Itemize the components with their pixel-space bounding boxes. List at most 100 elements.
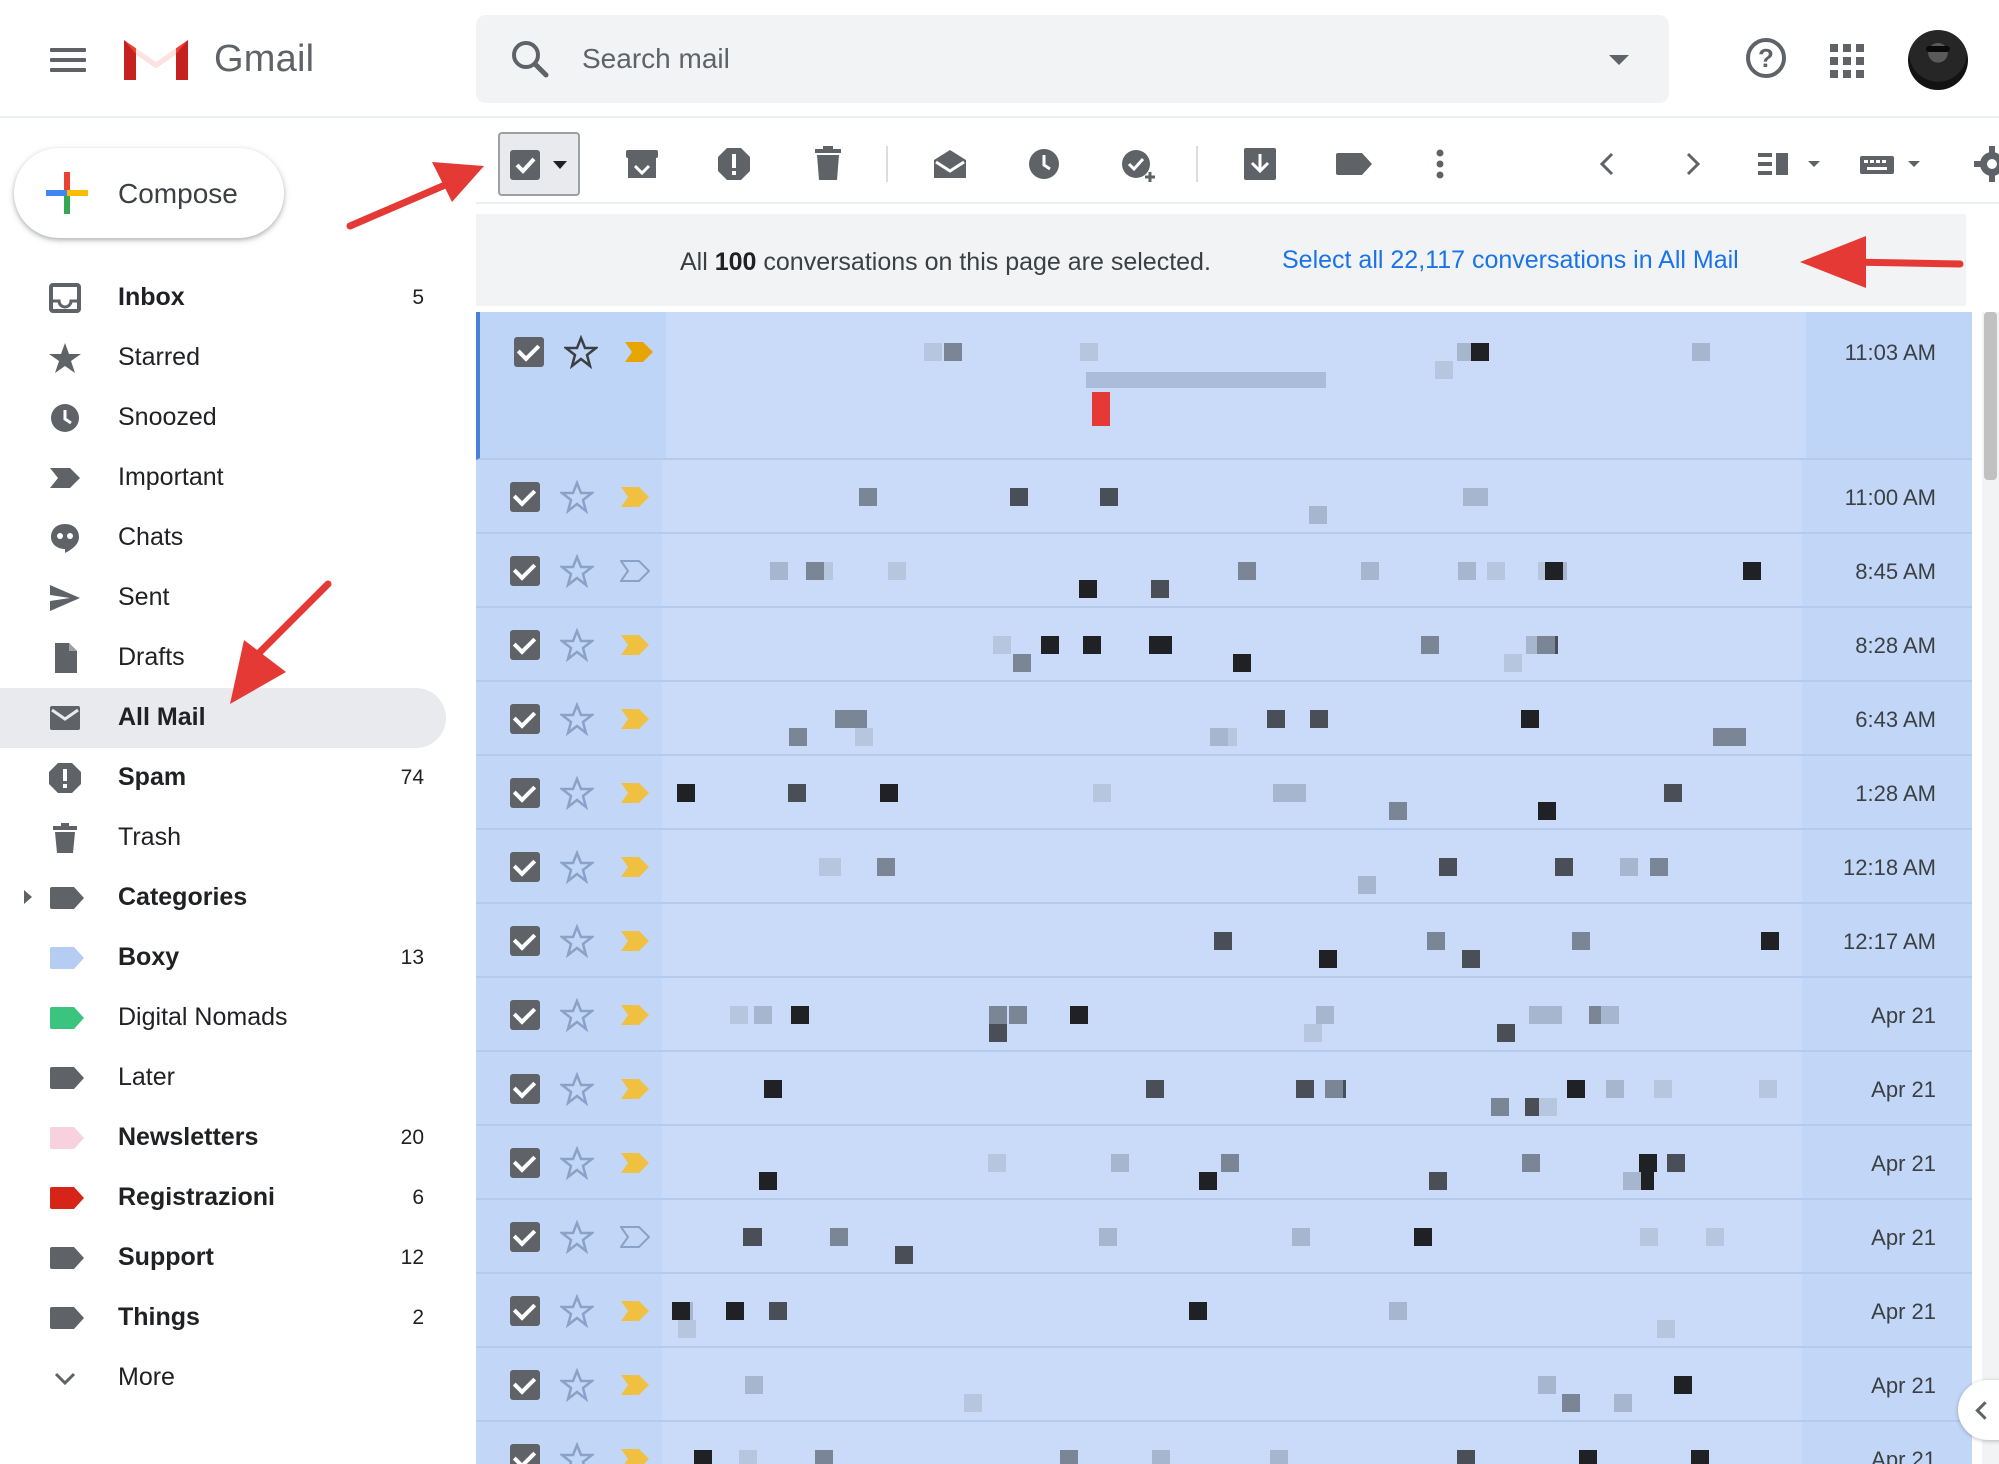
older-chevron-right-icon[interactable] (1664, 136, 1720, 192)
help-icon[interactable]: ? (1746, 38, 1786, 78)
scrollbar-thumb[interactable] (1984, 312, 1997, 480)
message-row[interactable]: Apr 21 (476, 978, 1972, 1052)
star-outline-icon[interactable] (560, 1442, 594, 1464)
sidebar-item-registrazioni[interactable]: Registrazioni 6 (0, 1168, 446, 1228)
app-title[interactable]: Gmail (214, 38, 314, 81)
row-checkbox-checked-icon[interactable] (510, 1148, 540, 1178)
search-input[interactable]: Search mail (582, 43, 730, 75)
not-important-marker-icon[interactable] (620, 560, 650, 582)
message-row[interactable]: 8:28 AM (476, 608, 1972, 682)
star-outline-icon[interactable] (560, 480, 594, 514)
row-checkbox-checked-icon[interactable] (510, 852, 540, 882)
main-menu-icon[interactable] (40, 36, 92, 84)
message-content-redacted[interactable] (662, 1200, 1802, 1272)
message-row[interactable]: Apr 21 (476, 1126, 1972, 1200)
message-content-redacted[interactable] (666, 312, 1806, 458)
row-checkbox-checked-icon[interactable] (510, 1222, 540, 1252)
message-content-redacted[interactable] (662, 904, 1802, 976)
message-content-redacted[interactable] (662, 1274, 1802, 1346)
google-apps-icon[interactable] (1830, 44, 1864, 78)
important-marker-icon[interactable] (620, 1152, 650, 1174)
settings-gear-icon[interactable] (1964, 136, 1999, 192)
sidebar-item-more[interactable]: More (0, 1348, 446, 1408)
input-tools-keyboard-icon[interactable] (1850, 136, 1946, 192)
snooze-icon[interactable] (1016, 136, 1072, 192)
sidebar-item-newsletters[interactable]: Newsletters 20 (0, 1108, 446, 1168)
row-checkbox-checked-icon[interactable] (514, 337, 544, 367)
search-bar[interactable]: Search mail (476, 15, 1669, 103)
message-content-redacted[interactable] (662, 1126, 1802, 1198)
important-marker-icon[interactable] (620, 782, 650, 804)
row-checkbox-checked-icon[interactable] (510, 556, 540, 586)
select-dropdown-icon[interactable] (552, 160, 568, 170)
sidebar-item-starred[interactable]: Starred (0, 328, 446, 388)
sidebar-item-snoozed[interactable]: Snoozed (0, 388, 446, 448)
row-checkbox-checked-icon[interactable] (510, 926, 540, 956)
sidebar-item-support[interactable]: Support 12 (0, 1228, 446, 1288)
sidebar-item-important[interactable]: Important (0, 448, 446, 508)
message-row[interactable]: 12:17 AM (476, 904, 1972, 978)
message-row[interactable]: Apr 21 (476, 1348, 1972, 1422)
scrollbar[interactable] (1982, 312, 1999, 1464)
split-pane-icon[interactable] (1746, 136, 1836, 192)
sidebar-item-trash[interactable]: Trash (0, 808, 446, 868)
important-marker-icon[interactable] (620, 1300, 650, 1322)
message-content-redacted[interactable] (662, 460, 1802, 532)
add-to-tasks-icon[interactable] (1110, 136, 1166, 192)
avatar[interactable] (1908, 30, 1968, 90)
more-options-icon[interactable] (1412, 136, 1468, 192)
sidebar-item-later[interactable]: Later (0, 1048, 446, 1108)
message-content-redacted[interactable] (662, 1422, 1802, 1464)
message-content-redacted[interactable] (662, 608, 1802, 680)
star-outline-icon[interactable] (560, 702, 594, 736)
important-marker-icon[interactable] (624, 341, 654, 363)
message-row[interactable]: Apr 21 (476, 1422, 1972, 1464)
row-checkbox-checked-icon[interactable] (510, 1296, 540, 1326)
important-marker-icon[interactable] (620, 1004, 650, 1026)
message-row[interactable]: 8:45 AM (476, 534, 1972, 608)
message-content-redacted[interactable] (662, 682, 1802, 754)
important-marker-icon[interactable] (620, 1448, 650, 1464)
newer-chevron-left-icon[interactable] (1580, 136, 1636, 192)
star-outline-icon[interactable] (560, 924, 594, 958)
row-checkbox-checked-icon[interactable] (510, 482, 540, 512)
sidebar-item-inbox[interactable]: Inbox 5 (0, 268, 446, 328)
message-content-redacted[interactable] (662, 1052, 1802, 1124)
row-checkbox-checked-icon[interactable] (510, 1074, 540, 1104)
row-checkbox-checked-icon[interactable] (510, 1000, 540, 1030)
star-outline-icon[interactable] (560, 1146, 594, 1180)
not-important-marker-icon[interactable] (620, 1226, 650, 1248)
archive-icon[interactable] (614, 136, 670, 192)
row-checkbox-checked-icon[interactable] (510, 704, 540, 734)
star-outline-icon[interactable] (560, 1294, 594, 1328)
important-marker-icon[interactable] (620, 1078, 650, 1100)
important-marker-icon[interactable] (620, 708, 650, 730)
sidebar-item-all-mail[interactable]: All Mail (0, 688, 446, 748)
star-outline-icon[interactable] (560, 850, 594, 884)
star-outline-icon[interactable] (560, 1368, 594, 1402)
message-row[interactable]: 6:43 AM (476, 682, 1972, 756)
mark-as-read-icon[interactable] (922, 136, 978, 192)
sidebar-item-sent[interactable]: Sent (0, 568, 446, 628)
message-content-redacted[interactable] (662, 978, 1802, 1050)
move-to-icon[interactable] (1232, 136, 1288, 192)
sidebar-item-spam[interactable]: Spam 74 (0, 748, 446, 808)
sidebar-item-boxy[interactable]: Boxy 13 (0, 928, 446, 988)
star-outline-icon[interactable] (564, 335, 598, 369)
star-outline-icon[interactable] (560, 628, 594, 662)
gmail-logo-icon[interactable] (120, 32, 192, 84)
sidebar-item-things[interactable]: Things 2 (0, 1288, 446, 1348)
star-outline-icon[interactable] (560, 1072, 594, 1106)
important-marker-icon[interactable] (620, 930, 650, 952)
star-outline-icon[interactable] (560, 1220, 594, 1254)
report-spam-icon[interactable] (706, 136, 762, 192)
label-icon[interactable] (1326, 136, 1382, 192)
sidebar-item-drafts[interactable]: Drafts (0, 628, 446, 688)
row-checkbox-checked-icon[interactable] (510, 630, 540, 660)
row-checkbox-checked-icon[interactable] (510, 778, 540, 808)
search-icon[interactable] (508, 37, 552, 81)
important-marker-icon[interactable] (620, 1374, 650, 1396)
row-checkbox-checked-icon[interactable] (510, 1444, 540, 1464)
search-options-icon[interactable] (1609, 55, 1629, 65)
message-row[interactable]: 11:03 AM (476, 312, 1972, 460)
